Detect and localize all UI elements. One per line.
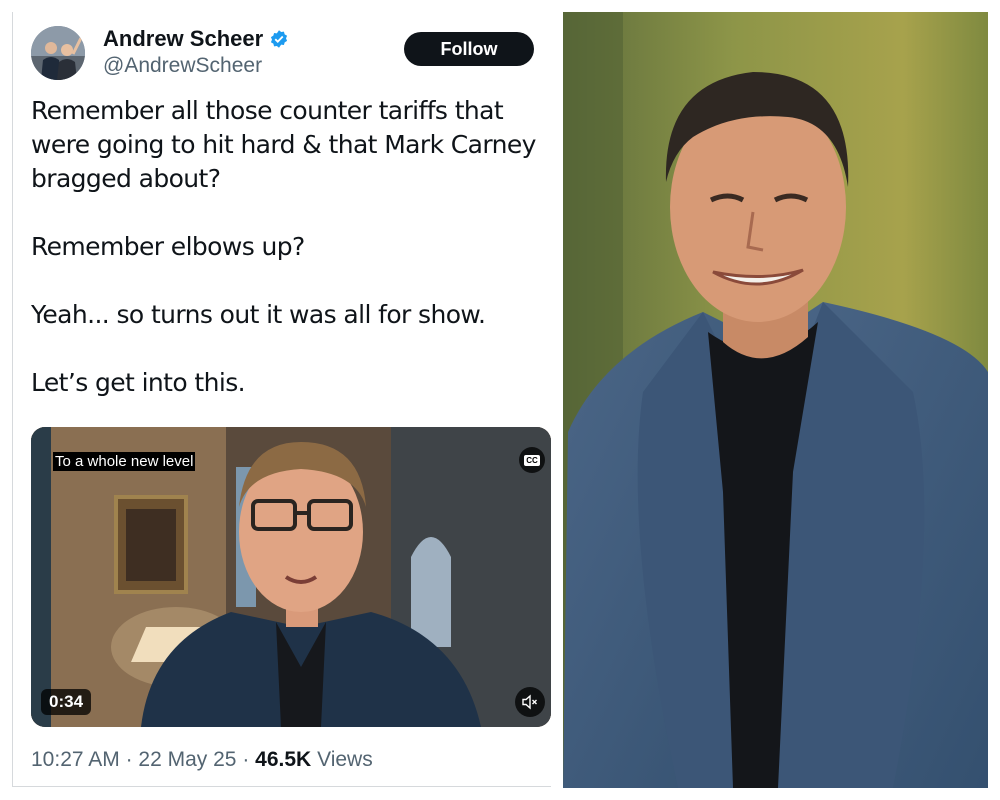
tweet-card: Andrew Scheer @AndrewScheer Follow Remem… <box>12 12 551 787</box>
mute-button[interactable] <box>515 687 545 717</box>
video-player[interactable]: To a whole new level CC 0:34 <box>31 427 551 727</box>
tweet-text: Remember all those counter tariffs that … <box>31 94 541 434</box>
tweet-metadata: 10:27 AM · 22 May 25 · 46.5K Views <box>31 748 373 772</box>
tweet-time[interactable]: 10:27 AM <box>31 748 120 771</box>
tweet-paragraph: Remember elbows up? <box>31 232 305 261</box>
author-avatar[interactable] <box>31 26 85 80</box>
tweet-date[interactable]: 22 May 25 <box>138 748 236 771</box>
meta-separator: · <box>125 748 133 771</box>
follow-button[interactable]: Follow <box>404 32 534 66</box>
video-duration: 0:34 <box>41 689 92 715</box>
author-handle[interactable]: @AndrewScheer <box>103 54 262 78</box>
video-frame <box>31 427 551 727</box>
meta-separator: · <box>242 748 250 771</box>
avatar-photo <box>31 26 85 80</box>
verified-badge-icon <box>271 30 288 48</box>
tweet-paragraph: Yeah... so turns out it was all for show… <box>31 300 486 329</box>
views-count: 46.5K <box>255 748 312 771</box>
portrait-illustration <box>563 12 988 788</box>
author-name[interactable]: Andrew Scheer <box>103 26 289 52</box>
author-name-text: Andrew Scheer <box>103 26 264 51</box>
video-caption: To a whole new level <box>53 452 196 471</box>
portrait-photo <box>563 12 988 788</box>
speaker-muted-icon <box>522 694 537 710</box>
closed-captions-button[interactable]: CC <box>519 447 545 473</box>
tweet-paragraph: Remember all those counter tariffs that … <box>31 96 536 193</box>
cc-icon: CC <box>524 454 540 466</box>
views-label: Views <box>317 748 373 771</box>
tweet-paragraph: Let’s get into this. <box>31 368 246 397</box>
